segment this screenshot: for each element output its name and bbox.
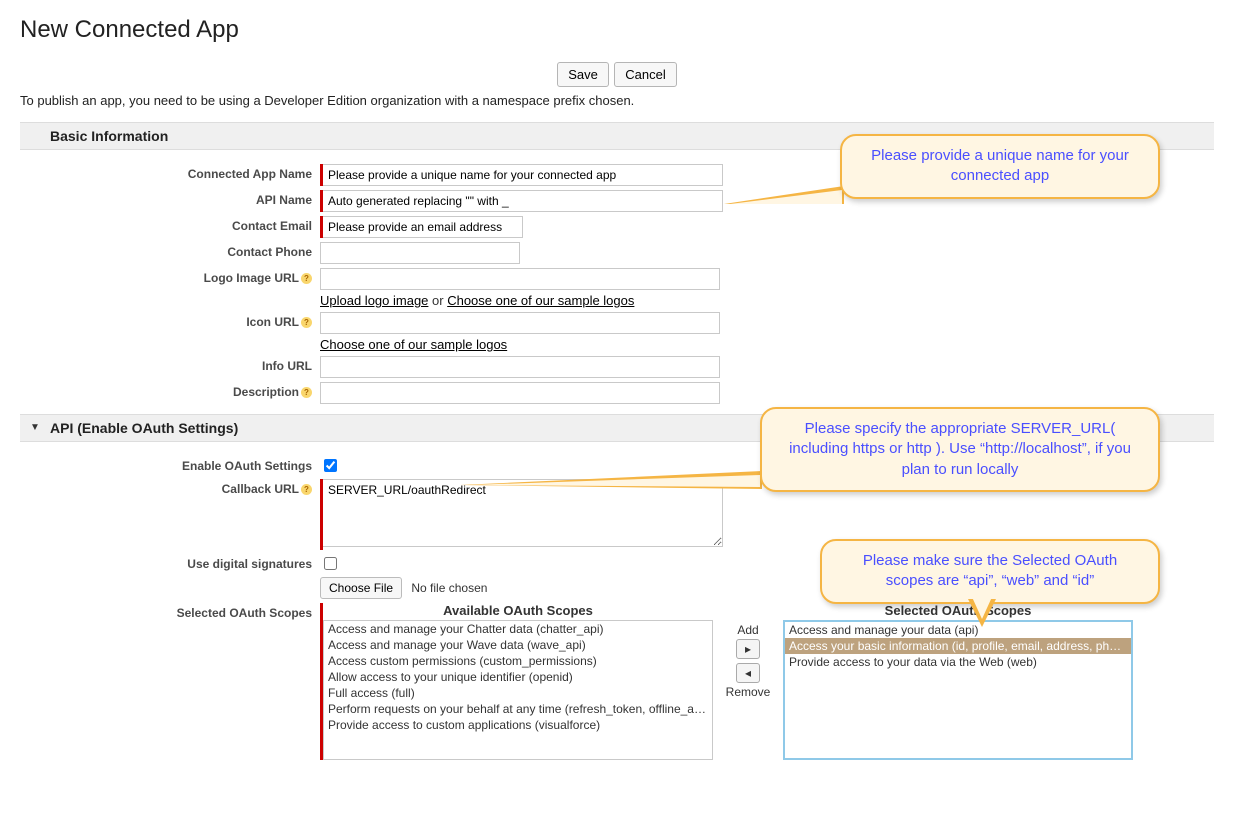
available-scopes-listbox[interactable]: Access and manage your Chatter data (cha… — [323, 620, 713, 760]
chevron-down-icon[interactable]: ▼ — [30, 422, 40, 433]
scope-option[interactable]: Full access (full) — [324, 685, 712, 701]
scope-option[interactable]: Perform requests on your behalf at any t… — [324, 701, 712, 717]
contact-email-input[interactable] — [323, 216, 523, 238]
add-scope-button[interactable]: ▸ — [736, 639, 760, 659]
api-name-input[interactable] — [323, 190, 723, 212]
choose-sample-icon-link[interactable]: Choose one of our sample logos — [320, 337, 507, 352]
scope-option[interactable]: Access your basic information (id, profi… — [785, 638, 1131, 654]
page-title: New Connected App — [20, 16, 1214, 44]
choose-file-button[interactable]: Choose File — [320, 577, 402, 599]
add-label: Add — [737, 623, 758, 637]
label-logo-url: Logo Image URL — [204, 271, 299, 285]
section-api-label: API (Enable OAuth Settings) — [50, 420, 238, 436]
remove-label: Remove — [726, 685, 771, 699]
help-icon[interactable]: ? — [301, 387, 312, 398]
label-connected-app-name: Connected App Name — [20, 164, 320, 181]
scope-option[interactable]: Provide access to custom applications (v… — [324, 717, 712, 733]
remove-scope-button[interactable]: ◂ — [736, 663, 760, 683]
callout-tail-icon — [968, 599, 996, 627]
scope-option[interactable]: Access custom permissions (custom_permis… — [324, 653, 712, 669]
upload-logo-link[interactable]: Upload logo image — [320, 293, 428, 308]
label-contact-email: Contact Email — [20, 216, 320, 233]
available-scopes-header: Available OAuth Scopes — [323, 603, 713, 618]
label-info-url: Info URL — [20, 356, 320, 373]
help-icon[interactable]: ? — [301, 273, 312, 284]
connected-app-name-input[interactable] — [323, 164, 723, 186]
cancel-button[interactable]: Cancel — [614, 62, 676, 87]
publish-note: To publish an app, you need to be using … — [20, 93, 1214, 108]
choose-sample-logo-link[interactable]: Choose one of our sample logos — [447, 293, 634, 308]
label-selected-oauth-scopes: Selected OAuth Scopes — [20, 603, 320, 620]
callout-server-url: Please specify the appropriate SERVER_UR… — [760, 407, 1160, 492]
callback-url-textarea[interactable]: SERVER_URL/oauthRedirect — [323, 479, 723, 547]
label-contact-phone: Contact Phone — [20, 242, 320, 259]
logo-url-input[interactable] — [320, 268, 720, 290]
icon-url-input[interactable] — [320, 312, 720, 334]
label-enable-oauth: Enable OAuth Settings — [20, 456, 320, 473]
section-basic-label: Basic Information — [50, 128, 168, 144]
label-callback-url: Callback URL — [222, 482, 299, 496]
callout-app-name: Please provide a unique name for your co… — [840, 134, 1160, 199]
callout-arrow-icon — [724, 186, 844, 204]
callout-arrow-icon — [460, 471, 762, 489]
scope-option[interactable]: Access and manage your data (api) — [785, 622, 1131, 638]
label-digital-signatures: Use digital signatures — [20, 554, 320, 571]
contact-phone-input[interactable] — [320, 242, 520, 264]
scope-option[interactable]: Access and manage your Wave data (wave_a… — [324, 637, 712, 653]
save-button[interactable]: Save — [557, 62, 609, 87]
scope-option[interactable]: Provide access to your data via the Web … — [785, 654, 1131, 670]
or-text: or — [428, 293, 447, 308]
scope-option[interactable]: Access and manage your Chatter data (cha… — [324, 621, 712, 637]
label-description: Description — [233, 385, 299, 399]
selected-scopes-listbox[interactable]: Access and manage your data (api)Access … — [783, 620, 1133, 760]
selected-scopes-header: Selected OAuth Scopes — [783, 603, 1133, 618]
info-url-input[interactable] — [320, 356, 720, 378]
digital-signatures-checkbox[interactable] — [324, 557, 337, 570]
label-api-name: API Name — [20, 190, 320, 207]
label-icon-url: Icon URL — [246, 315, 299, 329]
enable-oauth-checkbox[interactable] — [324, 459, 337, 472]
help-icon[interactable]: ? — [301, 484, 312, 495]
scope-option[interactable]: Allow access to your unique identifier (… — [324, 669, 712, 685]
file-status: No file chosen — [411, 581, 487, 595]
help-icon[interactable]: ? — [301, 317, 312, 328]
description-input[interactable] — [320, 382, 720, 404]
callout-scopes: Please make sure the Selected OAuth scop… — [820, 539, 1160, 604]
